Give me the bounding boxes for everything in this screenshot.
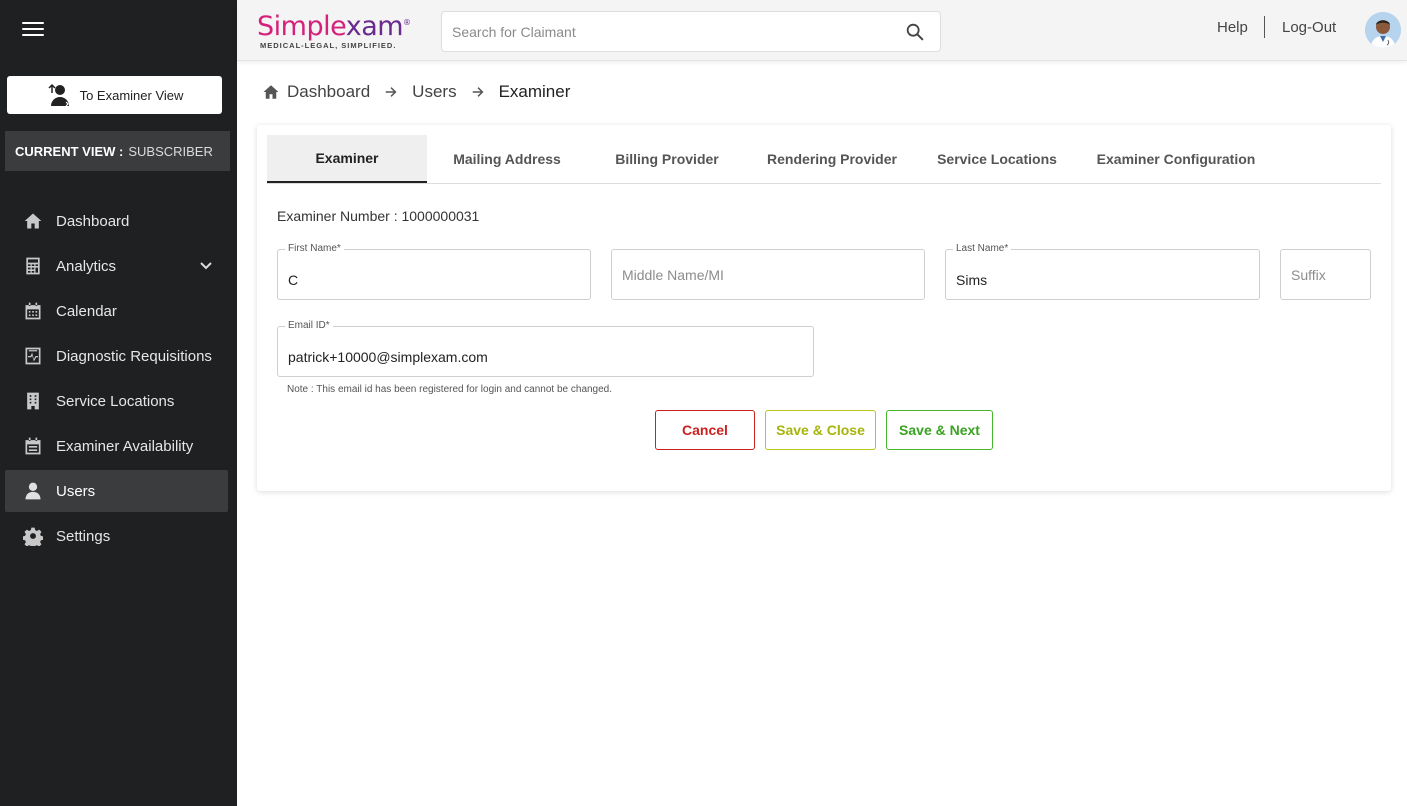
calculator-icon — [22, 255, 44, 277]
first-name-input[interactable] — [278, 250, 590, 299]
logo-text-simple: Simple — [257, 11, 346, 42]
sidebar-item-dashboard[interactable]: Dashboard — [5, 200, 228, 242]
to-examiner-view-label: To Examiner View — [79, 87, 184, 103]
tab-mailing-address[interactable]: Mailing Address — [427, 135, 587, 183]
sidebar-item-label: Service Locations — [56, 392, 175, 410]
logo-registered-mark: ® — [403, 18, 411, 27]
user-avatar[interactable] — [1365, 12, 1401, 48]
sidebar-item-label: Examiner Availability — [56, 437, 194, 455]
doctor-avatar-icon — [1365, 12, 1401, 48]
search-input[interactable] — [442, 12, 904, 51]
sidebar-nav: Dashboard Analytics Calendar Diagnostic … — [5, 200, 228, 560]
to-examiner-view-button[interactable]: To Examiner View — [7, 76, 222, 114]
tab-rendering-provider[interactable]: Rendering Provider — [747, 135, 917, 183]
sidebar-item-diagnostic-requisitions[interactable]: Diagnostic Requisitions — [5, 335, 228, 377]
current-view-value: SUBSCRIBER — [128, 143, 213, 159]
tab-examiner-configuration[interactable]: Examiner Configuration — [1077, 135, 1275, 183]
search-icon[interactable] — [904, 21, 926, 43]
middle-name-field — [611, 249, 925, 300]
last-name-field: Last Name* — [945, 243, 1260, 300]
arrow-right-icon — [472, 87, 484, 97]
middle-name-input[interactable] — [612, 250, 924, 299]
sidebar-item-service-locations[interactable]: Service Locations — [5, 380, 228, 422]
top-bar: Simplexam® MEDICAL-LEGAL, SIMPLIFIED. He… — [237, 0, 1407, 61]
home-icon — [22, 210, 44, 232]
first-name-field: First Name* — [277, 243, 591, 300]
calendar-check-icon — [22, 435, 44, 457]
examiner-number: Examiner Number : 1000000031 — [277, 208, 480, 224]
header-divider — [1264, 16, 1265, 38]
current-view-label: CURRENT VIEW : — [15, 143, 124, 159]
save-and-close-button[interactable]: Save & Close — [765, 410, 876, 450]
claimant-search — [441, 11, 941, 52]
sidebar-item-label: Users — [56, 482, 96, 500]
breadcrumb-examiner: Examiner — [498, 82, 571, 101]
tab-examiner[interactable]: Examiner — [267, 135, 427, 183]
app-root: To Examiner View CURRENT VIEW : SUBSCRIB… — [0, 0, 1407, 806]
sidebar-item-label: Calendar — [56, 302, 117, 320]
email-field: Email ID* — [277, 320, 814, 377]
home-icon[interactable] — [262, 83, 280, 101]
tab-service-locations[interactable]: Service Locations — [917, 135, 1077, 183]
email-input[interactable] — [278, 327, 813, 376]
arrow-right-icon — [385, 87, 397, 97]
suffix-field — [1280, 249, 1371, 300]
tab-bar: Examiner Mailing Address Billing Provide… — [267, 135, 1381, 184]
breadcrumb-dashboard[interactable]: Dashboard — [287, 82, 370, 102]
gear-icon — [22, 525, 44, 547]
current-view-banner: CURRENT VIEW : SUBSCRIBER — [5, 131, 230, 171]
breadcrumb: Dashboard Users Examiner — [262, 82, 570, 102]
logo-text-xam: xam — [345, 11, 404, 42]
sidebar-item-label: Dashboard — [56, 212, 130, 230]
user-icon — [22, 480, 44, 502]
logout-link[interactable]: Log-Out — [1282, 19, 1336, 36]
cancel-button[interactable]: Cancel — [655, 410, 755, 450]
logo-tagline: MEDICAL-LEGAL, SIMPLIFIED. — [260, 41, 397, 50]
examiner-switch-icon — [48, 83, 69, 107]
sidebar-item-label: Analytics — [56, 257, 117, 275]
help-link[interactable]: Help — [1217, 19, 1248, 36]
examiner-form-card: Examiner Mailing Address Billing Provide… — [257, 125, 1391, 491]
sidebar-item-label: Diagnostic Requisitions — [56, 347, 212, 365]
suffix-input[interactable] — [1281, 250, 1370, 299]
sidebar: To Examiner View CURRENT VIEW : SUBSCRIB… — [0, 0, 237, 806]
save-and-next-button[interactable]: Save & Next — [886, 410, 993, 450]
sidebar-item-users[interactable]: Users — [5, 470, 228, 512]
sidebar-item-settings[interactable]: Settings — [5, 515, 228, 557]
breadcrumb-users[interactable]: Users — [412, 82, 456, 102]
calendar-icon — [22, 300, 44, 322]
requisition-icon — [22, 345, 44, 367]
simplexam-logo[interactable]: Simplexam® MEDICAL-LEGAL, SIMPLIFIED. — [257, 8, 427, 51]
last-name-input[interactable] — [946, 250, 1259, 299]
sidebar-item-calendar[interactable]: Calendar — [5, 290, 228, 332]
building-icon — [22, 390, 44, 412]
email-note: Note : This email id has been registered… — [287, 384, 613, 395]
sidebar-item-label: Settings — [56, 527, 111, 545]
hamburger-menu-icon[interactable] — [22, 18, 44, 38]
sidebar-item-examiner-availability[interactable]: Examiner Availability — [5, 425, 228, 467]
tab-billing-provider[interactable]: Billing Provider — [587, 135, 747, 183]
chevron-down-icon[interactable] — [198, 258, 214, 274]
sidebar-item-analytics[interactable]: Analytics — [5, 245, 228, 287]
